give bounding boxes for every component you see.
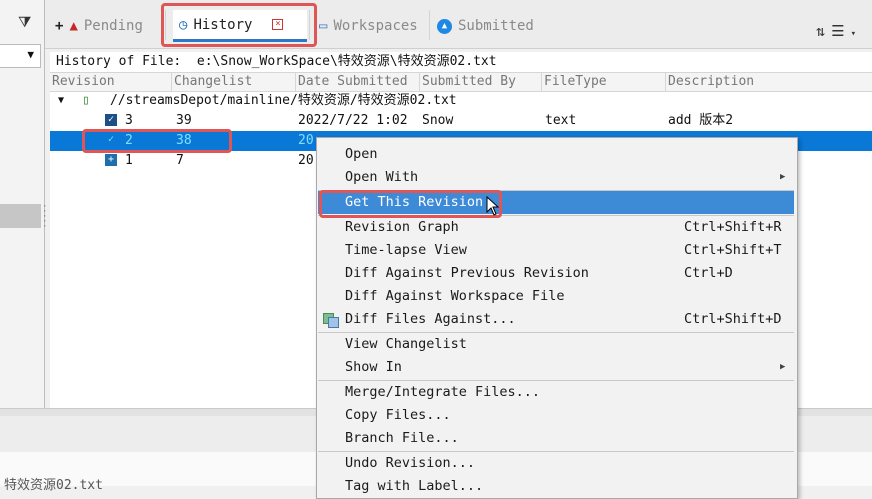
menu-item-copy[interactable]: Copy Files... xyxy=(318,404,794,427)
cell-description: add 版本2 xyxy=(668,113,734,128)
cell-changelist: 39 xyxy=(176,113,192,128)
menu-shortcut: Ctrl+Shift+T xyxy=(684,242,782,258)
file-path-label: History of File: xyxy=(56,54,182,69)
menu-item-open-with[interactable]: Open With ▶ xyxy=(318,166,794,189)
menu-item-diff-workspace[interactable]: Diff Against Workspace File xyxy=(318,285,794,308)
file-icon: ▯ xyxy=(82,93,90,108)
menu-item-revision-graph[interactable]: Revision Graph Ctrl+Shift+R xyxy=(318,216,794,239)
column-filetype[interactable]: FileType xyxy=(542,73,666,91)
left-selected-item[interactable] xyxy=(0,204,41,228)
add-revision-icon: + xyxy=(105,154,117,166)
menu-item-merge[interactable]: Merge/Integrate Files... xyxy=(318,381,794,404)
menu-item-open[interactable]: Open xyxy=(318,143,794,166)
submenu-arrow-icon: ▶ xyxy=(780,172,786,182)
cell-date: 20 xyxy=(298,133,314,148)
cell-changelist: 7 xyxy=(176,153,184,168)
tab-submitted[interactable]: ▲ Submitted xyxy=(431,8,540,44)
menu-label: Copy Files... xyxy=(345,407,451,423)
cell-filetype: text xyxy=(545,113,577,128)
submitted-triangle-icon: ▲ xyxy=(437,18,452,34)
menu-item-diff-files[interactable]: Diff Files Against... Ctrl+Shift+D xyxy=(318,308,794,331)
expand-triangle-icon[interactable]: ▼ xyxy=(58,91,64,111)
menu-label: Tag with Label... xyxy=(345,478,484,494)
list-view-icon[interactable]: ☰ xyxy=(831,22,850,40)
tree-root-row[interactable]: ▼ ▯ //streamsDepot/mainline/特效资源/特效资源02.… xyxy=(50,91,872,111)
table-row[interactable]: ✓ 3 39 2022/7/22 1:02 Snow text add 版本2 xyxy=(50,111,872,131)
menu-label: Diff Against Workspace File xyxy=(345,288,565,304)
submenu-arrow-icon: ▶ xyxy=(780,362,786,372)
history-tab-highlight xyxy=(161,3,317,47)
menu-shortcut: Ctrl+Shift+R xyxy=(684,219,782,235)
menu-item-undo-revision[interactable]: Undo Revision... xyxy=(318,452,794,475)
menu-label: Merge/Integrate Files... xyxy=(345,384,541,400)
tab-workspaces[interactable]: ▭ Workspaces xyxy=(313,8,424,44)
left-dropdown[interactable]: ▼ xyxy=(0,44,41,68)
left-pane: ⧩ ▼ · · · · · xyxy=(0,0,47,408)
menu-shortcut: Ctrl+Shift+D xyxy=(684,311,782,327)
menu-label: Open xyxy=(345,146,378,162)
menu-label: Open With xyxy=(345,169,419,185)
cell-revision: 1 xyxy=(125,153,133,168)
chevron-down-icon: ▼ xyxy=(27,48,34,61)
cell-date: 20 xyxy=(298,153,314,168)
column-submitted-by[interactable]: Submitted By xyxy=(420,73,542,91)
menu-label: Show In xyxy=(345,359,402,375)
menu-shortcut: Ctrl+D xyxy=(684,265,733,281)
file-path-bar: History of File: e:\Snow_WorkSpace\特效资源\… xyxy=(50,52,872,72)
tab-pending[interactable]: + ▲ Pending xyxy=(49,8,149,44)
cell-date: 2022/7/22 1:02 xyxy=(298,113,408,128)
column-revision[interactable]: Revision xyxy=(50,73,172,91)
tab-separator xyxy=(429,10,430,40)
add-icon: + xyxy=(55,18,64,34)
pending-triangle-icon: ▲ xyxy=(69,18,78,34)
menu-label: Diff Against Previous Revision xyxy=(345,265,589,281)
menu-label: Undo Revision... xyxy=(345,455,476,471)
file-path-value: e:\Snow_WorkSpace\特效资源\特效资源02.txt xyxy=(196,54,497,69)
tab-submitted-label: Submitted xyxy=(458,18,534,34)
column-date-submitted[interactable]: Date Submitted xyxy=(296,73,420,91)
monitor-icon: ▭ xyxy=(319,18,328,34)
diff-icon xyxy=(328,317,339,328)
menu-item-show-in[interactable]: Show In ▶ xyxy=(318,356,794,379)
chevron-down-icon[interactable]: ▾ xyxy=(851,29,862,39)
revision-check-icon: ✓ xyxy=(105,114,117,126)
menu-label: Revision Graph xyxy=(345,219,459,235)
tab-pending-label: Pending xyxy=(83,18,143,34)
tree-root-path: //streamsDepot/mainline/特效资源/特效资源02.txt xyxy=(110,93,457,108)
menu-item-diff-previous[interactable]: Diff Against Previous Revision Ctrl+D xyxy=(318,262,794,285)
menu-item-time-lapse[interactable]: Time-lapse View Ctrl+Shift+T xyxy=(318,239,794,262)
cell-user: Snow xyxy=(422,113,454,128)
menu-label: Branch File... xyxy=(345,430,459,446)
cell-revision: 3 xyxy=(125,113,133,128)
splitter-grip[interactable]: · · · · · xyxy=(42,203,47,232)
sort-icon[interactable]: ⇅ xyxy=(816,22,831,40)
menu-item-view-changelist[interactable]: View Changelist xyxy=(318,333,794,356)
filter-icon[interactable]: ⧩ xyxy=(18,13,31,31)
menu-item-branch[interactable]: Branch File... xyxy=(318,427,794,450)
tab-workspaces-label: Workspaces xyxy=(333,18,418,34)
menu-label: Diff Files Against... xyxy=(345,311,516,327)
status-text: 特效资源02.txt xyxy=(4,478,103,493)
column-description[interactable]: Description xyxy=(666,73,872,91)
mouse-cursor-icon xyxy=(486,196,500,216)
menu-item-tag[interactable]: Tag with Label... xyxy=(318,475,794,498)
menu-item-highlight xyxy=(319,190,502,218)
column-changelist[interactable]: Changelist xyxy=(172,73,296,91)
column-header: Revision Changelist Date Submitted Submi… xyxy=(50,72,872,92)
menu-label: View Changelist xyxy=(345,336,467,352)
selected-row-highlight xyxy=(82,129,232,153)
menu-label: Time-lapse View xyxy=(345,242,467,258)
toolbar-right: ⇅☰▾ xyxy=(816,22,862,40)
